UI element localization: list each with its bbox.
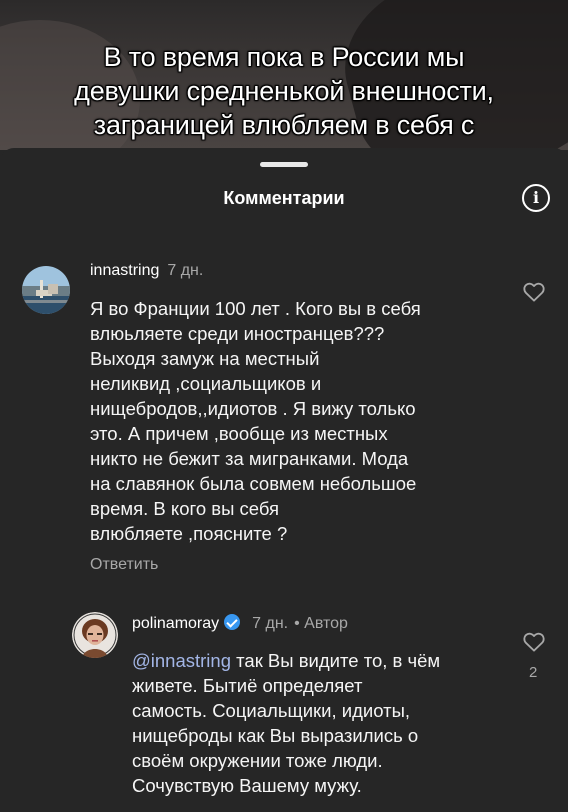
comment-header: innastring 7 дн. xyxy=(90,262,203,280)
author-label: • Автор xyxy=(294,615,348,632)
comment-line: это. А причем ,вообще из местных xyxy=(90,423,388,444)
mention-link[interactable]: @innastring xyxy=(132,650,231,671)
comment-line: Сочувствую Вашему мужу. xyxy=(132,775,362,796)
comment-line: нищебродов,,идиотов . Я вижу только xyxy=(90,398,416,419)
heart-outline-icon[interactable] xyxy=(523,282,545,307)
comment-body: Я во Франции 100 лет . Кого вы в себя вл… xyxy=(90,296,421,546)
comment-line: время. В кого вы себя xyxy=(90,498,280,519)
avatar[interactable] xyxy=(72,612,118,658)
comment-line: неликвид ,социальщиков и xyxy=(90,373,322,394)
username[interactable]: innastring xyxy=(90,262,159,279)
comment-time: 7 дн. xyxy=(252,615,289,632)
heart-outline-icon[interactable] xyxy=(523,632,545,657)
comment-time: 7 дн. xyxy=(167,262,204,279)
avatar-photo xyxy=(22,266,70,314)
comments-sheet: Комментарии i innastring 7 дн. Я во Франц… xyxy=(0,148,568,812)
comment-line: нищеброды как Вы выразились о xyxy=(132,725,419,746)
username[interactable]: polinamoray xyxy=(132,615,219,632)
reply-button[interactable]: Ответить xyxy=(90,556,158,574)
caption-line: заграницей влюбляем в себя с xyxy=(93,110,475,140)
comment-line: влюьляете среди иностранцев??? xyxy=(90,323,385,344)
comment-line: никто не бежит за мигранками. Мода xyxy=(90,448,409,469)
like-count: 2 xyxy=(529,664,538,681)
avatar-photo xyxy=(72,612,118,658)
comment-line: Выходя замуж на местный xyxy=(90,348,320,369)
comment-line: своём окружении тоже люди. xyxy=(132,750,383,771)
reply-item: polinamoray 7 дн. • Автор @innastring так … xyxy=(0,588,568,812)
comment-line: @innastring так Вы видите то, в чём xyxy=(132,648,440,673)
caption-line: девушки средненькой внешности, xyxy=(74,76,494,106)
comment-text: так Вы видите то, в чём xyxy=(231,650,441,671)
comment-body: @innastring так Вы видите то, в чём живе… xyxy=(132,648,440,798)
comment-item: innastring 7 дн. Я во Франции 100 лет . К… xyxy=(0,148,568,588)
comment-line: Я во Франции 100 лет . Кого вы в себя xyxy=(90,298,421,319)
reply-header: polinamoray 7 дн. • Автор xyxy=(132,614,348,633)
caption-line: В то время пока в России мы xyxy=(103,42,465,72)
comment-line: живете. Бытиё определяет xyxy=(132,675,363,696)
comment-line: влюбляете ,поясните ? xyxy=(90,523,288,544)
video-caption: В то время пока в России мы девушки сред… xyxy=(0,40,568,142)
comment-line: на славянок была совмем небольшое xyxy=(90,473,417,494)
avatar[interactable] xyxy=(22,266,70,314)
verified-badge-icon xyxy=(224,614,241,630)
comment-line: самость. Социальщики, идиоты, xyxy=(132,700,411,721)
